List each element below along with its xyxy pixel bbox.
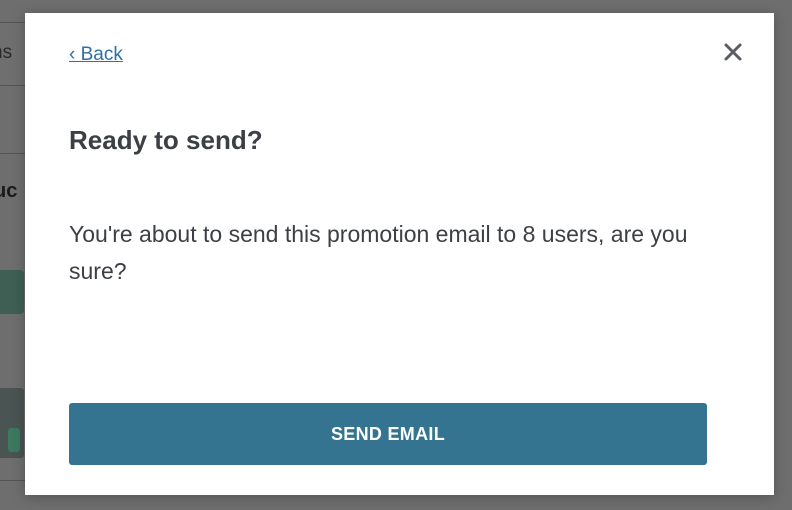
close-icon bbox=[724, 43, 742, 61]
send-email-button[interactable]: SEND EMAIL bbox=[69, 403, 707, 465]
send-confirmation-modal: ‹ Back Ready to send? You're about to se… bbox=[25, 13, 774, 495]
modal-title: Ready to send? bbox=[69, 125, 263, 155]
close-button[interactable] bbox=[721, 40, 745, 64]
confirmation-message: You're about to send this promotion emai… bbox=[69, 221, 688, 284]
background-product-thumbnail bbox=[0, 388, 24, 458]
background-tab-label: ns bbox=[0, 42, 13, 63]
back-link[interactable]: ‹ Back bbox=[69, 44, 123, 66]
background-product-thumbnail bbox=[0, 270, 24, 314]
background-heading: uc bbox=[0, 180, 18, 202]
